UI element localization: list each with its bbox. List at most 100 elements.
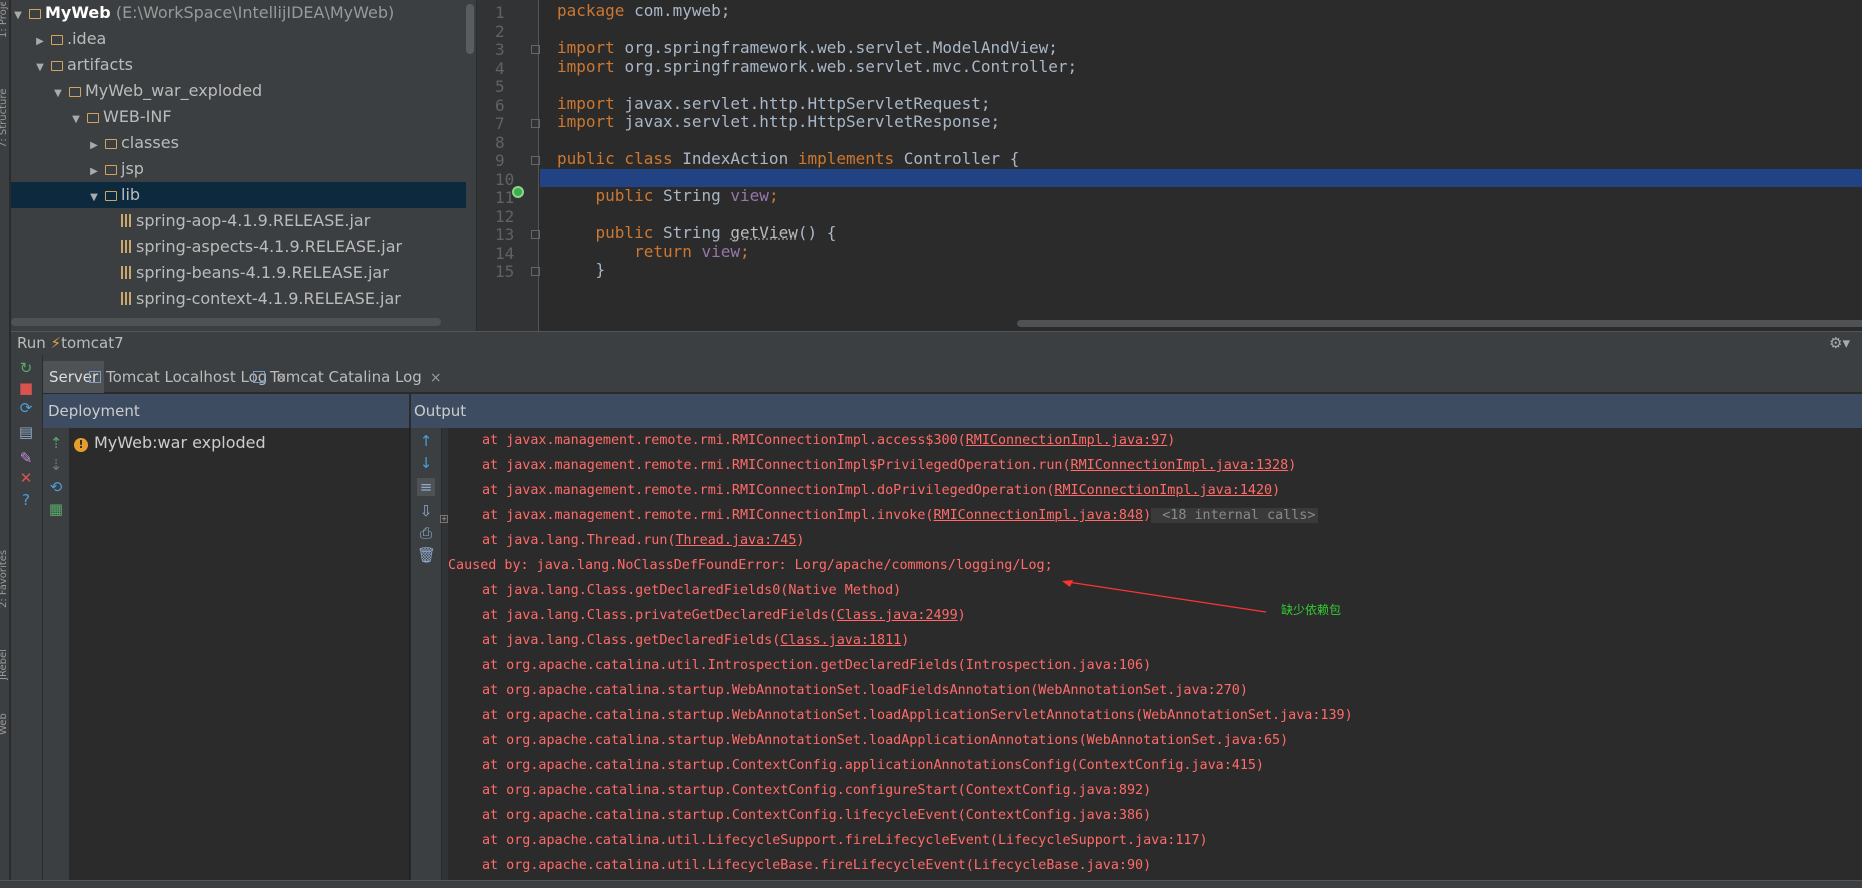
- fold-marker-icon[interactable]: [531, 119, 540, 128]
- stacktrace-link[interactable]: Thread.java:745: [675, 533, 796, 548]
- code-line[interactable]: [540, 21, 1862, 40]
- fold-marker-icon[interactable]: [531, 156, 540, 165]
- folder-icon: [51, 35, 63, 45]
- left-tool-strip: 1: Project 7: Structure 2: Favorites JRe…: [0, 0, 10, 888]
- code-token: () {: [797, 223, 837, 242]
- code-token: implements: [797, 149, 904, 168]
- tree-item-jar[interactable]: spring-aop-4.1.9.RELEASE.jar: [11, 208, 466, 234]
- help-icon[interactable]: ?: [17, 491, 35, 509]
- project-tree: ▼ MyWeb (E:\WorkSpace\IntellijIDEA\MyWeb)…: [11, 0, 476, 331]
- console-line: at org.apache.catalina.startup.ContextCo…: [482, 778, 1151, 803]
- folder-icon: [29, 9, 41, 19]
- stacktrace-link[interactable]: RMIConnectionImpl.java:1328: [1071, 458, 1289, 473]
- pin-icon[interactable]: ✎: [17, 449, 35, 467]
- run-tabs: Server Tomcat Localhost Log × Tomcat Cata…: [43, 355, 1862, 393]
- stacktrace-link[interactable]: RMIConnectionImpl.java:848: [933, 508, 1143, 523]
- fold-marker-icon[interactable]: [531, 230, 540, 239]
- code-line[interactable]: import org.springframework.web.servlet.M…: [540, 38, 1862, 58]
- console-text: at org.apache.catalina.util.LifecycleSup…: [482, 833, 1208, 848]
- code-token: javax.servlet.http.HttpServletResponse;: [624, 112, 1001, 131]
- tree-vertical-scrollbar[interactable]: [466, 4, 474, 54]
- stacktrace-link[interactable]: RMIConnectionImpl.java:1420: [1054, 483, 1272, 498]
- code-line[interactable]: [540, 76, 1862, 95]
- console-line: at org.apache.catalina.startup.ContextCo…: [482, 803, 1151, 828]
- tab-label: Tomcat Localhost Log: [106, 368, 268, 386]
- scroll-to-end-icon[interactable]: ⇩: [417, 502, 435, 520]
- project-path: (E:\WorkSpace\IntellijIDEA\MyWeb): [115, 3, 395, 22]
- tree-item-jar[interactable]: spring-beans-4.1.9.RELEASE.jar: [11, 260, 466, 286]
- deployment-toolbar: ⇡ ⇣ ⟲ ▦: [43, 428, 70, 888]
- tree-item-label: spring-aspects-4.1.9.RELEASE.jar: [136, 237, 403, 256]
- close-icon[interactable]: ×: [430, 370, 442, 386]
- tree-item-jar[interactable]: spring-context-4.1.9.RELEASE.jar: [11, 286, 466, 312]
- tree-root[interactable]: ▼ MyWeb (E:\WorkSpace\IntellijIDEA\MyWeb): [11, 0, 466, 26]
- code-line[interactable]: [540, 132, 1862, 151]
- stacktrace-link[interactable]: RMIConnectionImpl.java:97: [966, 433, 1168, 448]
- print-icon[interactable]: ⎙: [417, 524, 435, 542]
- console-text: at java.lang.Class.privateGetDeclaredFie…: [482, 608, 837, 623]
- code-line[interactable]: return view;: [540, 242, 1862, 262]
- tree-item-folder[interactable]: ▼ MyWeb_war_exploded: [11, 78, 466, 104]
- console-line: at org.apache.catalina.util.Introspectio…: [482, 653, 1151, 678]
- code-line[interactable]: [540, 168, 1862, 187]
- code-line[interactable]: package com.myweb;: [540, 1, 1862, 21]
- code-line[interactable]: import org.springframework.web.servlet.m…: [540, 57, 1862, 77]
- tree-item-jar[interactable]: spring-aspects-4.1.9.RELEASE.jar: [11, 234, 466, 260]
- tree-item-label: .idea: [67, 29, 107, 48]
- console-text: at org.apache.catalina.startup.ContextCo…: [482, 783, 1152, 798]
- tab-tomcat-catalina-log[interactable]: Tomcat Catalina Log ×: [247, 361, 448, 393]
- stacktrace-link[interactable]: Class.java:2499: [837, 608, 958, 623]
- redeploy-icon[interactable]: ⟲: [47, 478, 65, 496]
- tree-item-folder[interactable]: ▼ artifacts: [11, 52, 466, 78]
- code-editor[interactable]: 1 2 3 4 5 6 7 8 9 10 11 12 13 14 15 package com.myweb;…: [477, 0, 1862, 331]
- console-output[interactable]: at javax.management.remote.rmi.RMIConnec…: [448, 428, 1862, 880]
- soft-wrap-icon[interactable]: ≡: [417, 478, 435, 496]
- tree-item-folder[interactable]: ▼ WEB-INF: [11, 104, 466, 130]
- stop-icon[interactable]: ■: [17, 379, 35, 397]
- jar-icon: [121, 266, 131, 279]
- tree-item-folder[interactable]: ▼ lib: [11, 182, 466, 208]
- code-line[interactable]: public String getView() {: [540, 223, 1862, 243]
- close-icon[interactable]: ✕: [17, 469, 35, 487]
- code-token: public class: [557, 149, 683, 168]
- deploy-icon[interactable]: ⇡: [47, 434, 65, 452]
- gear-icon[interactable]: ⚙▾: [1829, 332, 1850, 354]
- code-token: String: [662, 186, 731, 205]
- code-token: }: [557, 260, 606, 279]
- up-arrow-icon[interactable]: ↑: [417, 432, 435, 450]
- expand-fold-icon[interactable]: +: [440, 515, 448, 523]
- console-text: at org.apache.catalina.startup.ContextCo…: [482, 758, 1264, 773]
- spring-bean-icon[interactable]: [512, 186, 524, 198]
- tree-item-label: spring-aop-4.1.9.RELEASE.jar: [136, 211, 371, 230]
- deployment-item[interactable]: ! MyWeb:war exploded: [74, 430, 266, 456]
- code-token: String: [662, 223, 731, 242]
- tree-item-folder[interactable]: ▶ jsp: [11, 156, 466, 182]
- code-line[interactable]: public class IndexAction implements Cont…: [540, 149, 1862, 169]
- tree-horizontal-scrollbar[interactable]: [11, 318, 441, 326]
- tree-item-label: artifacts: [67, 55, 133, 74]
- down-arrow-icon[interactable]: ↓: [417, 454, 435, 472]
- internal-calls-fold[interactable]: <18 internal calls>: [1151, 508, 1319, 523]
- tree-item-label: classes: [121, 133, 179, 152]
- trash-icon[interactable]: 🗑: [417, 546, 436, 564]
- update-icon[interactable]: ⟳: [17, 399, 35, 417]
- console-line: at org.apache.catalina.startup.ContextCo…: [482, 753, 1264, 778]
- artifact-icon[interactable]: ▦: [47, 500, 65, 518]
- tree-item-folder[interactable]: ▶ classes: [11, 130, 466, 156]
- folder-icon: [105, 139, 117, 149]
- run-toolbar: ↻ ■ ⟳ ▤ ✎ ✕ ?: [11, 355, 43, 888]
- code-line[interactable]: public String view;: [540, 186, 1862, 206]
- stacktrace-link[interactable]: Class.java:1811: [780, 633, 901, 648]
- console-line: at java.lang.Class.privateGetDeclaredFie…: [482, 603, 966, 628]
- editor-horizontal-scrollbar[interactable]: [1017, 320, 1862, 327]
- fold-marker-icon[interactable]: [531, 45, 540, 54]
- tree-item-folder[interactable]: ▶ .idea: [11, 26, 466, 52]
- code-line[interactable]: import javax.servlet.http.HttpServletRes…: [540, 112, 1862, 132]
- code-line[interactable]: import javax.servlet.http.HttpServletReq…: [540, 94, 1862, 114]
- undeploy-icon[interactable]: ⇣: [47, 456, 65, 474]
- code-line[interactable]: }: [540, 260, 1862, 280]
- fold-marker-icon[interactable]: [531, 267, 540, 276]
- layout-icon[interactable]: ▤: [17, 423, 35, 441]
- rerun-icon[interactable]: ↻: [17, 359, 35, 377]
- code-line[interactable]: [540, 206, 1862, 225]
